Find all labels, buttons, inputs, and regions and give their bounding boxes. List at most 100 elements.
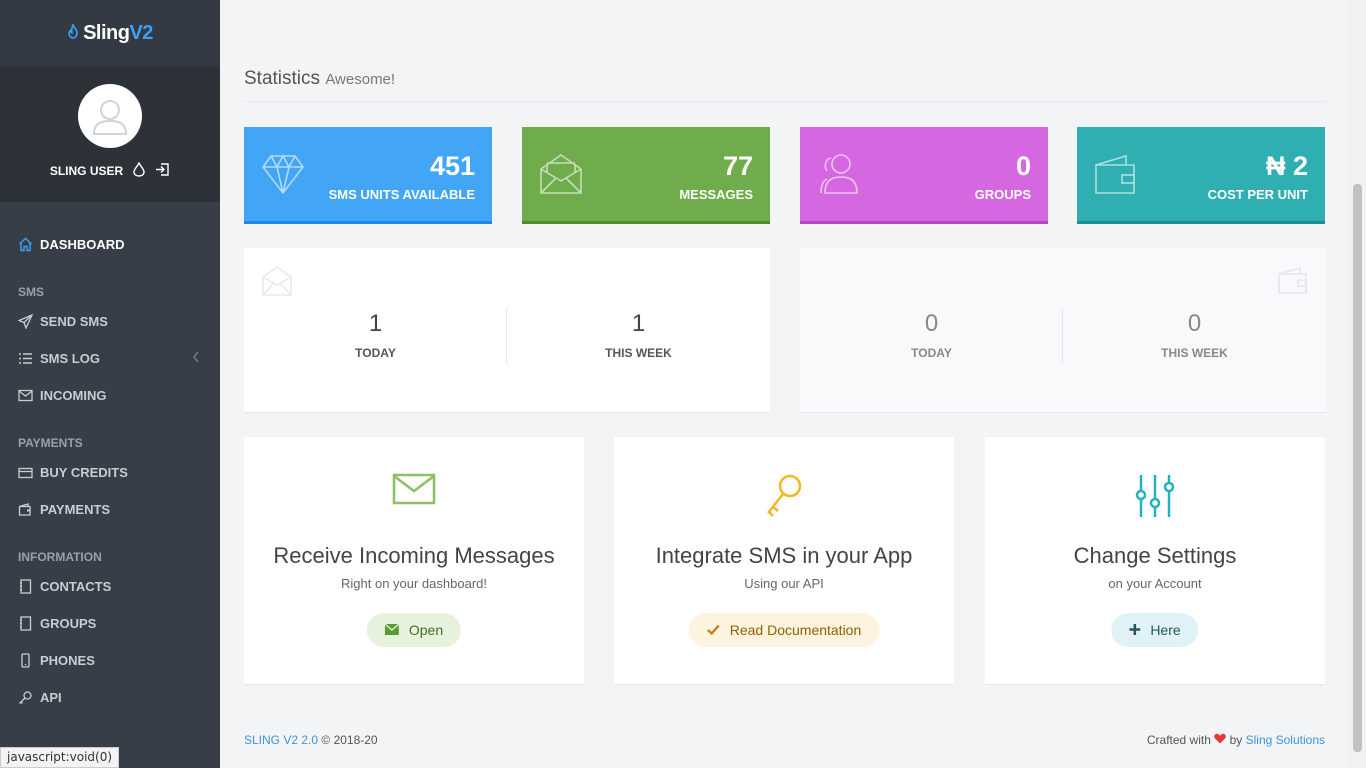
messages-summary-panel: 1 TODAY 1 THIS WEEK (244, 248, 770, 413)
stat-label: SMS UNITS AVAILABLE (328, 187, 475, 202)
messages-today: 1 TODAY (244, 310, 507, 360)
scrollbar[interactable] (1349, 0, 1366, 768)
card-title: Integrate SMS in your App (655, 543, 913, 568)
page-title: Statistics Awesome! (244, 68, 395, 90)
logout-icon[interactable] (155, 162, 170, 180)
sidebar-item-send-sms[interactable]: SEND SMS (0, 303, 220, 340)
sidebar-item-buy-credits[interactable]: BUY CREDITS (0, 454, 220, 491)
payments-this-week: 0 THIS WEEK (1063, 310, 1326, 360)
messages-today-label: TODAY (355, 346, 396, 360)
button-label: Open (408, 622, 444, 638)
sidebar-item-sms-log[interactable]: SMS LOG (0, 340, 220, 377)
user-avatar-icon (92, 100, 128, 135)
brand-suffix: V2 (129, 21, 153, 44)
envelope-icon (384, 622, 400, 638)
sidebar-item-label: API (40, 690, 62, 705)
check-icon (706, 622, 720, 638)
sidebar-item-label: DASHBOARD (40, 237, 125, 252)
status-bar-link-preview: javascript:void(0) (0, 747, 120, 768)
payments-today-label: TODAY (911, 346, 952, 360)
sidebar-item-phones[interactable]: PHONES (0, 642, 220, 679)
sidebar-item-label: PHONES (40, 653, 95, 668)
plus-icon (1129, 622, 1141, 638)
stat-label: COST PER UNIT (1207, 187, 1308, 202)
sliders-icon (985, 473, 1325, 519)
messages-week-value: 1 (631, 310, 646, 337)
envelope-icon (17, 388, 33, 404)
open-button[interactable]: Open (366, 613, 462, 647)
sidebar-item-groups[interactable]: GROUPS (0, 605, 220, 642)
sidebar-item-label: BUY CREDITS (40, 465, 128, 480)
messages-this-week: 1 THIS WEEK (507, 310, 770, 360)
stat-value: 451 (429, 151, 475, 181)
card-subtitle: Using our API (744, 576, 824, 591)
card-subtitle: on your Account (1108, 576, 1202, 591)
footer-crafted-text: Crafted with (1146, 733, 1211, 747)
sidebar-item-contacts[interactable]: CONTACTS (0, 568, 220, 605)
footer-copyright-text: © 2018-20 (321, 733, 378, 747)
sidebar-item-api[interactable]: API (0, 679, 220, 716)
nav-header-payments: PAYMENTS (18, 436, 83, 450)
envelope-icon (244, 473, 584, 505)
nav-header-information: INFORMATION (18, 550, 102, 564)
stat-sms-units[interactable]: 451 SMS UNITS AVAILABLE (244, 127, 492, 224)
address-book-icon (17, 579, 33, 595)
mobile-phone-icon (17, 653, 33, 669)
payments-today-value: 0 (924, 310, 939, 337)
footer-company-link[interactable]: Sling Solutions (1246, 733, 1325, 747)
sidebar-item-payments[interactable]: PAYMENTS (0, 491, 220, 528)
sidebar-item-dashboard[interactable]: DASHBOARD (0, 226, 220, 263)
payments-week-value: 0 (1187, 310, 1202, 337)
settings-here-button[interactable]: Here (1111, 613, 1199, 647)
chevron-left-icon (192, 351, 200, 366)
list-icon (17, 351, 33, 367)
avatar[interactable] (78, 84, 142, 148)
brand-logo[interactable]: Sling V2 (0, 0, 220, 66)
key-icon (17, 690, 33, 706)
sidebar-item-label: PAYMENTS (40, 502, 111, 517)
main-content: Statistics Awesome! 451 SMS UNITS AVAILA… (220, 0, 1349, 768)
sidebar-item-label: SEND SMS (40, 314, 108, 329)
stat-cost-per-unit[interactable]: ₦ 2 COST PER UNIT (1077, 127, 1325, 224)
brand-name: Sling (83, 21, 130, 44)
sidebar-item-label: CONTACTS (40, 579, 112, 594)
envelope-open-icon (262, 266, 292, 301)
stat-label: GROUPS (974, 187, 1031, 202)
card-subtitle: Right on your dashboard! (341, 576, 487, 591)
card-change-settings: Change Settings on your Account Here (985, 437, 1325, 685)
sidebar-nav: DASHBOARD SMS SEND SMS SMS LOG INCOMING … (0, 202, 220, 716)
diamond-icon (261, 153, 305, 200)
messages-today-value: 1 (368, 310, 383, 337)
envelope-open-icon (539, 153, 583, 200)
messages-week-label: THIS WEEK (605, 346, 672, 360)
wallet-icon (1094, 153, 1138, 200)
card-integrate-sms: Integrate SMS in your App Using our API … (614, 437, 954, 685)
sidebar: Sling V2 SLING USER DASHBOARD SMS SEND S… (0, 0, 220, 768)
sidebar-item-incoming[interactable]: INCOMING (0, 377, 220, 414)
stat-groups[interactable]: 0 GROUPS (800, 127, 1048, 224)
wallet-icon (17, 502, 33, 518)
page-subtitle: Awesome! (325, 71, 396, 88)
payments-summary-panel: 0 TODAY 0 THIS WEEK (800, 248, 1326, 413)
scrollbar-thumb[interactable] (1353, 184, 1362, 752)
payments-today: 0 TODAY (800, 310, 1063, 360)
stat-value: 77 (722, 151, 753, 181)
sidebar-item-label: INCOMING (40, 388, 107, 403)
card-title: Receive Incoming Messages (273, 543, 555, 568)
button-label: Read Documentation (729, 622, 862, 638)
user-name: SLING USER (49, 164, 124, 178)
theme-drop-icon[interactable] (133, 161, 145, 180)
address-book-icon (17, 616, 33, 632)
stat-label: MESSAGES (679, 187, 753, 202)
sidebar-item-label: SMS LOG (40, 351, 100, 366)
footer-by-text: by (1229, 733, 1243, 747)
page-title-text: Statistics (244, 68, 321, 89)
footer-copyright: SLING V2 2.0 © 2018-20 (244, 733, 378, 747)
key-icon (614, 473, 954, 519)
read-documentation-button[interactable]: Read Documentation (688, 613, 880, 647)
users-icon (817, 153, 861, 200)
footer-version-link[interactable]: SLING V2 2.0 (244, 733, 318, 747)
stat-messages[interactable]: 77 MESSAGES (522, 127, 770, 224)
flame-icon (67, 22, 79, 43)
wallet-icon (1278, 266, 1308, 299)
